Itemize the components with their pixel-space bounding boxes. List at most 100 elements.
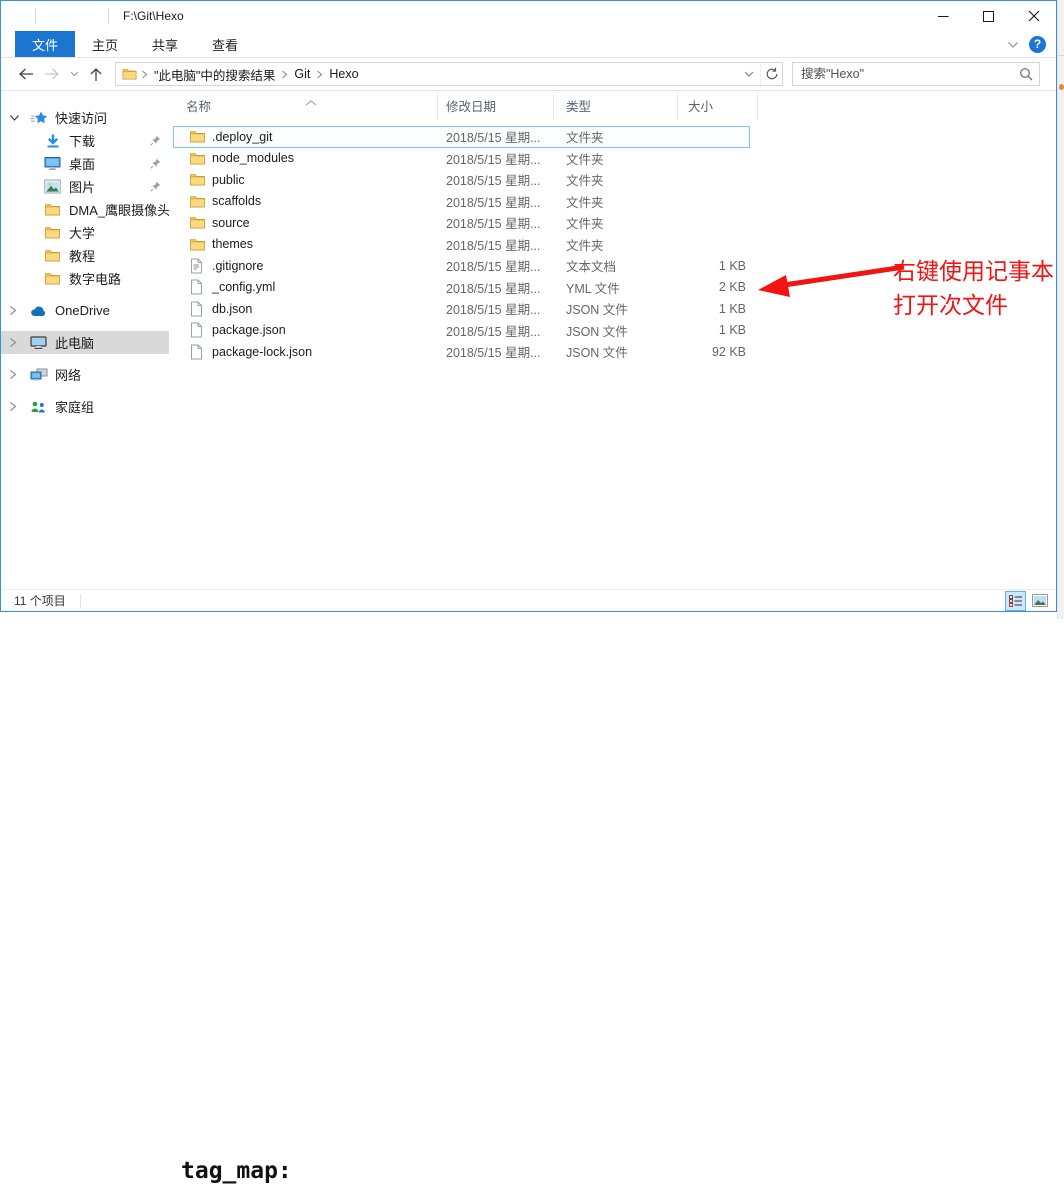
sidebar-item-folder-5[interactable]: 大学 xyxy=(1,221,169,244)
file-date: 2018/5/15 星期... xyxy=(438,170,554,189)
maximize-button[interactable] xyxy=(966,1,1011,31)
file-type: JSON 文件 xyxy=(554,299,678,318)
folder-icon xyxy=(43,270,62,288)
refresh-icon[interactable] xyxy=(760,63,782,85)
file-name: _config.yml xyxy=(212,280,275,294)
search-box xyxy=(792,62,1040,86)
chevron-right-icon[interactable] xyxy=(9,305,29,316)
address-bar[interactable]: "此电脑"中的搜索结果 Git Hexo xyxy=(115,62,783,86)
file-date: 2018/5/15 星期... xyxy=(438,342,554,361)
chevron-right-icon[interactable] xyxy=(9,401,29,412)
folder-icon xyxy=(189,172,206,188)
file-name: themes xyxy=(212,237,253,251)
file-name-cell: scaffolds xyxy=(173,193,438,209)
table-row[interactable]: themes2018/5/15 星期...文件夹 xyxy=(173,234,750,256)
folder-icon xyxy=(189,215,206,231)
sidebar-item-desktop-2[interactable]: 桌面 xyxy=(1,152,169,175)
file-icon xyxy=(189,322,206,338)
file-name-cell: package.json xyxy=(173,322,438,338)
file-type: JSON 文件 xyxy=(554,342,678,361)
customize-toolbar-icon[interactable] xyxy=(82,6,102,26)
column-header-date[interactable]: 修改日期 xyxy=(438,94,554,120)
breadcrumb-search-results[interactable]: "此电脑"中的搜索结果 xyxy=(148,65,281,84)
ribbon-tab-0[interactable]: 文件 xyxy=(15,31,75,57)
sidebar-item-label: 教程 xyxy=(69,246,95,265)
recent-locations-icon[interactable] xyxy=(65,61,83,87)
pin-icon[interactable] xyxy=(150,135,161,146)
new-folder-icon[interactable] xyxy=(62,6,82,26)
details-view-icon[interactable] xyxy=(1005,591,1026,611)
file-name: public xyxy=(212,173,245,187)
up-icon[interactable] xyxy=(83,61,109,87)
ribbon-tab-3[interactable]: 查看 xyxy=(195,31,255,57)
breadcrumb-hexo[interactable]: Hexo xyxy=(323,67,364,81)
sidebar-item-network-10[interactable]: 网络 xyxy=(1,363,169,386)
table-row[interactable]: package-lock.json 2018/5/15 星期...JSON 文件9… xyxy=(173,341,750,363)
table-row[interactable]: db.json2018/5/15 星期...JSON 文件1 KB xyxy=(173,298,750,320)
file-date: 2018/5/15 星期... xyxy=(438,192,554,211)
sidebar-item-onedrive-8[interactable]: OneDrive xyxy=(1,299,169,322)
forward-icon[interactable] xyxy=(39,61,65,87)
sidebar-item-computer-9[interactable]: 此电脑 xyxy=(1,331,169,354)
close-button[interactable] xyxy=(1011,1,1056,31)
file-size: 2 KB xyxy=(678,280,750,294)
collapse-ribbon-icon[interactable] xyxy=(1007,36,1019,54)
column-header-type[interactable]: 类型 xyxy=(554,94,678,120)
column-header-name[interactable]: 名称 xyxy=(173,94,438,120)
sidebar-item-homegroup-11[interactable]: 家庭组 xyxy=(1,395,169,418)
pin-icon[interactable] xyxy=(150,181,161,192)
minimize-button[interactable] xyxy=(921,1,966,31)
thumbnail-view-icon[interactable] xyxy=(1029,591,1050,611)
search-icon[interactable] xyxy=(1013,67,1039,81)
file-date: 2018/5/15 星期... xyxy=(438,235,554,254)
sidebar-item-folder-4[interactable]: DMA_鹰眼摄像头O xyxy=(1,198,169,221)
folder-icon xyxy=(43,224,62,242)
chevron-down-icon[interactable] xyxy=(9,114,29,122)
table-row[interactable]: .gitignore2018/5/15 星期...文本文档1 KB xyxy=(173,255,750,277)
search-input[interactable] xyxy=(793,67,1013,81)
divider xyxy=(35,8,36,24)
ribbon-tab-1[interactable]: 主页 xyxy=(75,31,135,57)
column-header-size[interactable]: 大小 xyxy=(678,94,758,120)
properties-check-icon[interactable] xyxy=(42,6,62,26)
sidebar-item-label: 家庭组 xyxy=(55,397,94,416)
table-row[interactable]: .deploy_git2018/5/15 星期...文件夹 xyxy=(173,126,750,148)
table-row[interactable]: source2018/5/15 星期...文件夹 xyxy=(173,212,750,234)
help-icon[interactable] xyxy=(1029,36,1046,53)
folder-icon xyxy=(189,193,206,209)
address-dropdown-icon[interactable] xyxy=(738,63,760,85)
main-area: 快速访问下载桌面图片DMA_鹰眼摄像头O大学教程数字电路 OneDrive 此电脑网… xyxy=(1,92,1056,589)
folder-icon xyxy=(43,247,62,265)
back-icon[interactable] xyxy=(13,61,39,87)
sidebar-item-label: 数字电路 xyxy=(69,269,121,288)
table-row[interactable]: package.json2018/5/15 星期...JSON 文件1 KB xyxy=(173,320,750,342)
text-file-icon xyxy=(189,258,206,274)
file-type: YML 文件 xyxy=(554,278,678,297)
breadcrumb-chevron-icon xyxy=(281,70,288,79)
homegroup-icon xyxy=(29,398,48,416)
file-type: 文件夹 xyxy=(554,192,678,211)
sidebar-item-quick-access-0[interactable]: 快速访问 xyxy=(1,106,169,129)
file-type: 文件夹 xyxy=(554,127,678,146)
table-row[interactable]: _config.yml2018/5/15 星期...YML 文件2 KB xyxy=(173,277,750,299)
background-window-edge xyxy=(1057,0,1064,619)
sidebar-item-pictures-3[interactable]: 图片 xyxy=(1,175,169,198)
address-bar-row: "此电脑"中的搜索结果 Git Hexo xyxy=(1,58,1056,91)
folder-icon xyxy=(189,129,206,145)
breadcrumb-git[interactable]: Git xyxy=(288,67,316,81)
table-row[interactable]: scaffolds 2018/5/15 星期...文件夹 xyxy=(173,191,750,213)
sidebar-item-folder-7[interactable]: 数字电路 xyxy=(1,267,169,290)
pin-icon[interactable] xyxy=(150,158,161,169)
file-size: 92 KB xyxy=(678,345,750,359)
sidebar-item-label: OneDrive xyxy=(55,303,110,318)
sidebar-item-folder-6[interactable]: 教程 xyxy=(1,244,169,267)
table-row[interactable]: node_modules2018/5/15 星期...文件夹 xyxy=(173,148,750,170)
file-name: package-lock.json xyxy=(212,345,312,359)
chevron-right-icon[interactable] xyxy=(9,369,29,380)
file-name-cell: .deploy_git xyxy=(173,129,438,145)
ribbon-tab-2[interactable]: 共享 xyxy=(135,31,195,57)
chevron-right-icon[interactable] xyxy=(9,337,29,348)
sidebar-item-download-1[interactable]: 下载 xyxy=(1,129,169,152)
file-name: scaffolds xyxy=(212,194,261,208)
table-row[interactable]: public2018/5/15 星期...文件夹 xyxy=(173,169,750,191)
